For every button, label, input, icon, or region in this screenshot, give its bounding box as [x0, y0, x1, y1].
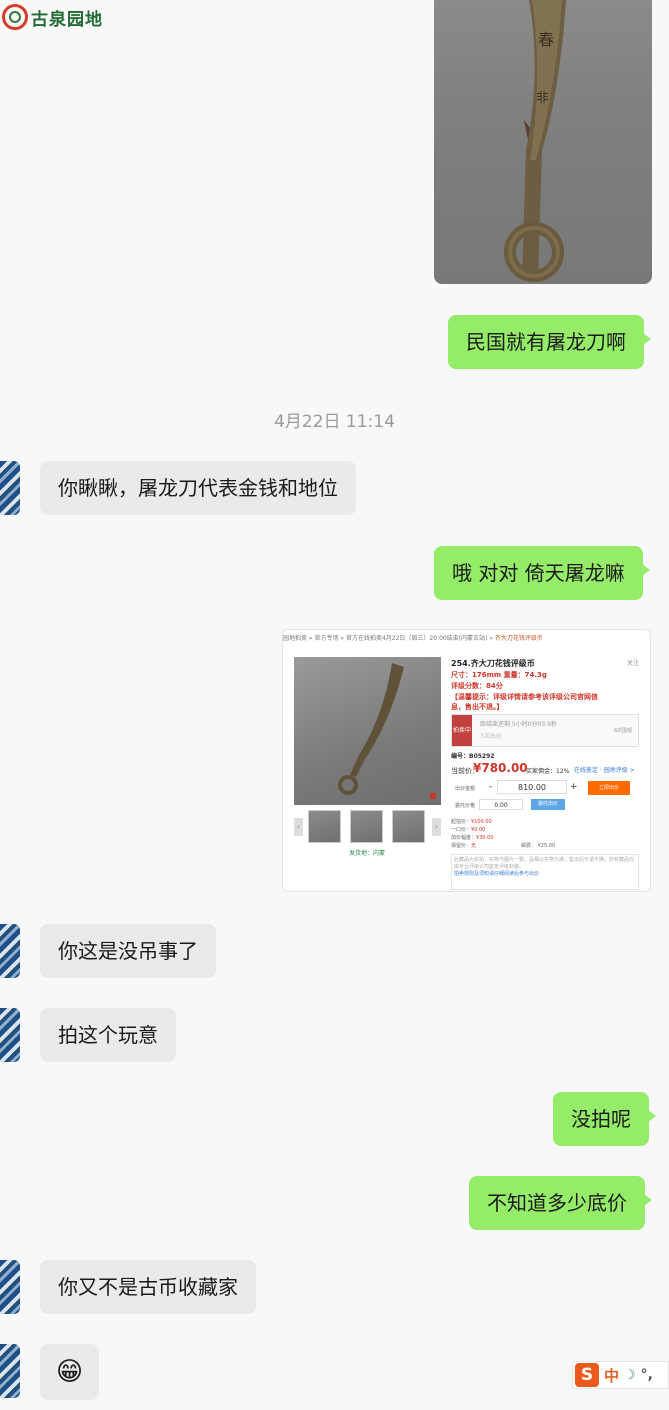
knife-coin-thumbnail — [338, 663, 436, 799]
contact-avatar[interactable] — [0, 1008, 20, 1062]
ime-halfwidth-icon[interactable]: ☽ — [624, 1368, 636, 1383]
svg-text:春: 春 — [538, 30, 554, 49]
watermark-text: 古泉园地 — [31, 9, 103, 30]
thumbnail-prev-arrow[interactable]: ‹ — [294, 818, 303, 836]
contact-avatar[interactable] — [0, 1344, 20, 1398]
bid-increase-button[interactable]: + — [570, 782, 578, 792]
breadcrumb-path: 园地拍卖 » 官方专场 » 官方在线拍卖4月22日（周三）20:00结束(内蒙古… — [283, 635, 495, 642]
info-label: 保留价： — [451, 843, 472, 849]
info-label: 起拍价： — [451, 819, 472, 825]
grinning-face-emoji-icon: 😁 — [56, 1357, 84, 1387]
breadcrumb-current: 齐大刀花钱评级币 — [494, 635, 543, 642]
message-bubble-sent[interactable]: 没拍呢 — [553, 1092, 656, 1146]
info-label: 加价幅度： — [451, 835, 477, 841]
auction-view-count: 8次围观 — [613, 728, 632, 734]
ime-mode-toggle[interactable]: 中 — [604, 1365, 619, 1386]
auction-status-panel: 拍卖中 距结束还剩 5小时0分03.9秒 3次出价 8次围观 — [451, 714, 639, 747]
favorite-link[interactable]: 关注 — [627, 658, 639, 667]
contact-avatar[interactable] — [0, 924, 20, 978]
message-bubble-emoji[interactable]: 😁 — [40, 1344, 100, 1400]
shipping-fee: 邮费： ¥25.00 — [521, 843, 556, 849]
auction-description: 此藏品为实拍，实物与图片一致，品相以实物为准，售出后不退不换。所有藏品均由专业评… — [451, 854, 639, 890]
auction-breadcrumb: 园地拍卖 » 官方专场 » 官方在线拍卖4月22日（周三）20:00结束(内蒙古… — [283, 633, 543, 642]
message-bubble-sent[interactable]: 不知道多少底价 — [469, 1176, 652, 1230]
watermark-logo: 古泉园地 — [2, 4, 103, 30]
bid-amount-input[interactable]: 810.00 — [497, 780, 567, 794]
sogou-logo-icon[interactable]: S — [575, 1363, 599, 1387]
ime-punctuation-icon[interactable]: °, — [641, 1367, 653, 1383]
current-price: ¥780.00 — [473, 761, 528, 775]
starting-price: 起拍价：¥100.00 — [451, 818, 492, 825]
thumbnail-image[interactable] — [308, 810, 341, 843]
place-bid-button[interactable]: 立即出价 — [588, 781, 630, 795]
message-bubble-received[interactable]: 你这是没吊事了 — [40, 924, 216, 978]
info-value: ¥100.00 — [471, 819, 492, 825]
auction-countdown: 距结束还剩 5小时0分03.9秒 — [480, 721, 557, 728]
contact-avatar[interactable] — [0, 461, 20, 515]
info-value: ¥30.00 — [476, 835, 494, 841]
message-bubble-received[interactable]: 你又不是古币收藏家 — [40, 1260, 256, 1314]
thumbnail-image[interactable] — [392, 810, 425, 843]
auction-item-title: 254.齐大刀花钱评级币 — [451, 659, 535, 668]
info-value: 无 — [471, 843, 477, 849]
message-bubble-sent[interactable]: 民国就有屠龙刀啊 — [448, 315, 651, 369]
buyer-commission: 买家佣金：12% — [526, 768, 570, 775]
bid-amount-label: 出价金额 — [455, 786, 476, 792]
ime-toolbar[interactable]: S 中 ☽ °, — [572, 1361, 669, 1389]
reserve-price: 保留价：无 — [451, 842, 476, 849]
message-bubble-received[interactable]: 拍这个玩意 — [40, 1008, 176, 1062]
bid-increment: 加价幅度：¥30.00 — [451, 834, 494, 841]
svg-text:非: 非 — [536, 91, 549, 106]
message-bubble-received[interactable]: 你瞅瞅，屠龙刀代表金钱和地位 — [40, 461, 356, 515]
auction-notice: 【温馨提示：评级详情请参考该评级公司官网信息，售出不退。】 — [451, 693, 598, 711]
thumbnail-next-arrow[interactable]: › — [432, 818, 441, 836]
bid-decrease-button[interactable]: - — [489, 782, 492, 792]
image-message-auction-screenshot[interactable]: 园地拍卖 » 官方专场 » 官方在线拍卖4月22日（周三）20:00结束(内蒙古… — [282, 629, 651, 892]
description-text: 此藏品为实拍，实物与图片一致，品相以实物为准，售出后不退不换。所有藏品均由专业评… — [454, 857, 635, 870]
image-message-coin-photo[interactable]: 春 非 — [434, 0, 652, 284]
message-bubble-sent[interactable]: 哦 对对 倚天屠龙嘛 — [434, 546, 650, 600]
watermark-emblem-icon — [2, 4, 28, 30]
buy-now-price: 一口价：¥0.00 — [451, 826, 485, 833]
thumbnail-image[interactable] — [350, 810, 383, 843]
auction-item-grade: 评级分数：84分 — [451, 682, 503, 690]
auction-seller-location: 发货地：内蒙 — [349, 850, 386, 857]
auction-status-badge: 拍卖中 — [452, 715, 472, 746]
proxy-bid-button[interactable]: 委托出价 — [531, 799, 565, 810]
info-value: ¥0.00 — [471, 827, 486, 833]
proxy-bid-label: 委托价格 — [455, 803, 476, 809]
contact-avatar[interactable] — [0, 1260, 20, 1314]
rules-link[interactable]: 拍卖规则及须知请仔细阅读后参与出价 — [454, 871, 539, 877]
info-label: 一口价： — [451, 827, 472, 833]
auction-item-spec: 尺寸：176mm 重量：74.3g — [451, 671, 547, 679]
auction-bid-count: 3次出价 — [480, 733, 502, 740]
proxy-bid-input[interactable]: 0.00 — [479, 799, 523, 810]
online-appraisal-link[interactable]: 在线鉴定 · 园地评级 > — [574, 765, 635, 774]
knife-coin-image: 春 非 — [504, 0, 566, 282]
auction-main-image — [294, 657, 441, 805]
message-timestamp: 4月22日 11:14 — [274, 412, 395, 432]
auction-item-number: 编号：B05292 — [451, 753, 495, 760]
